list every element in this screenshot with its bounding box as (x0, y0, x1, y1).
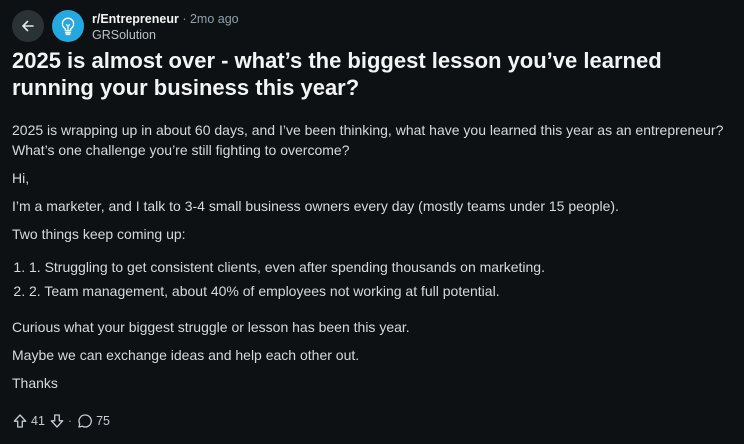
meta-separator: · (182, 12, 187, 26)
post-time: 2mo ago (189, 12, 239, 26)
post-paragraph: Curious what your biggest struggle or le… (12, 319, 410, 335)
back-button[interactable] (12, 10, 44, 42)
subreddit-link[interactable]: r/Entrepreneur (92, 12, 179, 26)
post-header: r/Entrepreneur · 2mo ago GRSolution (12, 10, 732, 42)
action-separator: · (67, 414, 73, 428)
post-paragraph: I’m a marketer, and I talk to 3-4 small … (12, 198, 619, 214)
subreddit-avatar[interactable] (52, 10, 84, 42)
meta-line: r/Entrepreneur · 2mo ago (92, 11, 239, 27)
downvote-icon[interactable] (49, 413, 65, 429)
comment-icon[interactable] (77, 413, 93, 429)
post-actions: 41 · 75 (12, 411, 114, 431)
list-item: 2. Team management, about 40% of employe… (29, 281, 500, 301)
post-paragraph: Two things keep coming up: (12, 226, 186, 242)
comment-count[interactable]: 75 (96, 414, 110, 428)
back-arrow-icon (20, 18, 36, 34)
upvote-count: 41 (31, 414, 45, 428)
post-greeting: Hi, (12, 170, 30, 186)
post-paragraph: Maybe we can exchange ideas and help eac… (12, 347, 360, 363)
lightbulb-icon (57, 15, 79, 37)
list-item: 1. Struggling to get consistent clients,… (29, 257, 545, 277)
post-intro: 2025 is wrapping up in about 60 days, an… (12, 122, 724, 158)
author-link[interactable]: GRSolution (92, 27, 156, 43)
post-signoff: Thanks (12, 375, 58, 391)
post-title: 2025 is almost over - what’s the biggest… (12, 48, 662, 100)
upvote-icon[interactable] (12, 413, 28, 429)
